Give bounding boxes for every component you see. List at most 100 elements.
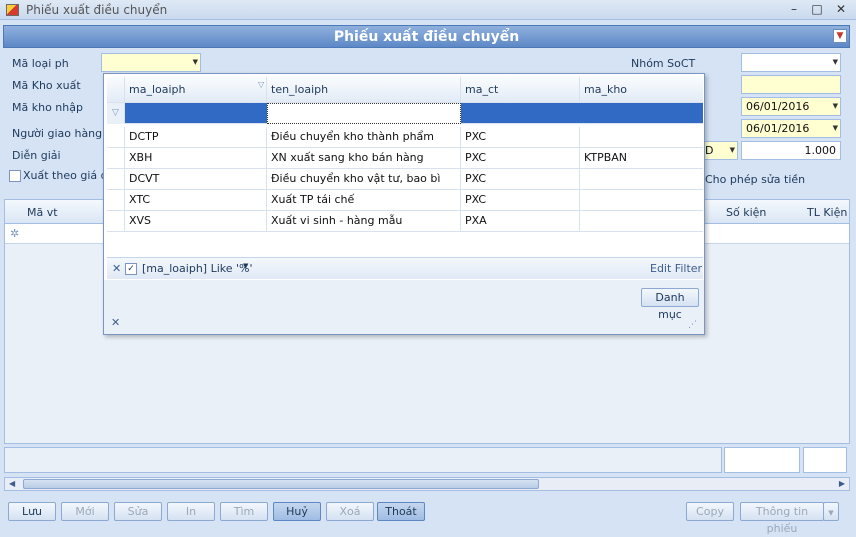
table-row[interactable]: XTC Xuất TP tái chế PXC bbox=[107, 190, 703, 211]
form-header: Phiếu xuất điều chuyển ▼ bbox=[3, 25, 850, 48]
filter-expression[interactable]: [ma_loaiph] Like '%' bbox=[142, 262, 253, 275]
sua-button[interactable]: Sửa bbox=[114, 502, 162, 521]
thong-tin-phieu-dropdown[interactable]: ▼ bbox=[823, 502, 839, 521]
cell-ma-ct: PXC bbox=[461, 190, 580, 211]
huy-button[interactable]: Huỷ bbox=[273, 502, 321, 521]
ngay-ct-input[interactable]: 06/01/2016 ▼ bbox=[741, 97, 841, 116]
cell-ma-kho bbox=[580, 211, 703, 232]
cell-ma-ct: PXC bbox=[461, 148, 580, 169]
dien-giai-label: Diễn giải bbox=[12, 149, 61, 162]
scroll-left-icon[interactable]: ◀ bbox=[9, 478, 15, 490]
cell-ma-ct: PXA bbox=[461, 211, 580, 232]
cell-ma-loaiph: DCTP bbox=[125, 127, 267, 148]
window-titlebar: Phiếu xuất điều chuyển – □ ✕ bbox=[0, 0, 856, 20]
dropdown-arrow-icon: ▼ bbox=[729, 146, 735, 154]
filter-dropdown-icon[interactable]: ▼ bbox=[243, 262, 248, 270]
header-menu-button[interactable]: ▼ bbox=[833, 29, 847, 43]
cell-ma-ct: PXC bbox=[461, 169, 580, 190]
cell-ten-loaiph: Xuất TP tái chế bbox=[267, 190, 461, 211]
thoat-button[interactable]: Thoát bbox=[377, 502, 425, 521]
ma-loai-ph-label: Mã loại ph bbox=[12, 57, 69, 70]
dropdown-arrow-icon: ▼ bbox=[832, 124, 838, 132]
lookup-header: ma_loaiph ▽ ten_loaiph ma_ct ma_kho bbox=[107, 77, 703, 103]
nhom-soct-select[interactable]: ▼ bbox=[741, 53, 841, 72]
scroll-right-icon[interactable]: ▶ bbox=[839, 478, 845, 490]
col-tl-kien[interactable]: TL Kiện bbox=[807, 206, 847, 219]
row-indicator bbox=[107, 148, 125, 169]
luu-button[interactable]: Lưu bbox=[8, 502, 56, 521]
table-row[interactable]: DCVT Điều chuyển kho vật tư, bao bì PXC bbox=[107, 169, 703, 190]
ngay-lct-input[interactable]: 06/01/2016 ▼ bbox=[741, 119, 841, 138]
dropdown-arrow-icon: ▼ bbox=[828, 509, 834, 517]
cell-ten-loaiph: Điều chuyển kho thành phẩm bbox=[267, 127, 461, 148]
cell-ma-kho bbox=[580, 127, 703, 148]
new-row-icon: ✲ bbox=[10, 227, 20, 240]
so-ct-input[interactable] bbox=[741, 75, 841, 94]
in-button[interactable]: In bbox=[167, 502, 215, 521]
lookup-filter-row[interactable]: ▽ bbox=[107, 103, 703, 124]
col-ma-loaiph[interactable]: ma_loaiph bbox=[125, 77, 267, 103]
filter-enable-checkbox[interactable]: ✓ bbox=[125, 263, 137, 275]
exchange-rate-input[interactable]: 1.000 bbox=[741, 141, 841, 160]
table-row[interactable]: XVS Xuất vi sinh - hàng mẫu PXA bbox=[107, 211, 703, 232]
edit-filter-link[interactable]: Edit Filter bbox=[650, 262, 702, 275]
table-row[interactable]: XBH XN xuất sang kho bán hàng PXC KTPBAN bbox=[107, 148, 703, 169]
row-indicator bbox=[107, 211, 125, 232]
col-ten-loaiph[interactable]: ten_loaiph bbox=[267, 77, 461, 103]
grid-footer bbox=[4, 447, 722, 473]
copy-button[interactable]: Copy bbox=[686, 502, 734, 521]
cell-ma-loaiph: XTC bbox=[125, 190, 267, 211]
ngay-ct-value: 06/01/2016 bbox=[746, 100, 810, 113]
cell-ma-loaiph: DCVT bbox=[125, 169, 267, 190]
footer-total-tl-kien bbox=[803, 447, 847, 473]
close-button[interactable]: ✕ bbox=[831, 1, 851, 17]
header-indicator bbox=[107, 77, 125, 103]
form-title: Phiếu xuất điều chuyển bbox=[333, 29, 520, 45]
footer-total-so-kien bbox=[724, 447, 800, 473]
dropdown-arrow-icon: ▼ bbox=[832, 102, 838, 110]
resize-grip-icon[interactable]: ⋰ bbox=[688, 320, 697, 330]
row-indicator bbox=[107, 127, 125, 148]
popup-bottom: Danh mục ✕ ⋰ bbox=[104, 280, 704, 334]
scroll-thumb[interactable] bbox=[23, 479, 539, 489]
table-row[interactable]: DCTP Điều chuyển kho thành phẩm PXC bbox=[107, 127, 703, 148]
xuat-theo-gia-checkbox[interactable] bbox=[9, 170, 21, 182]
horizontal-scrollbar[interactable]: ◀ ▶ bbox=[4, 477, 850, 491]
tim-button[interactable]: Tìm bbox=[220, 502, 268, 521]
row-indicator bbox=[107, 190, 125, 211]
col-ma-vt[interactable]: Mã vt bbox=[27, 206, 58, 219]
xoa-button[interactable]: Xoá bbox=[326, 502, 374, 521]
cell-ma-loaiph: XBH bbox=[125, 148, 267, 169]
cho-phep-sua-tien-label: Cho phép sửa tiền bbox=[705, 173, 806, 186]
nguoi-giao-hang-label: Người giao hàng bbox=[12, 127, 103, 140]
col-so-kien[interactable]: Số kiện bbox=[726, 206, 766, 219]
popup-close-icon[interactable]: ✕ bbox=[111, 316, 120, 329]
nhom-soct-label: Nhóm SoCT bbox=[631, 57, 696, 70]
col-ma-ct[interactable]: ma_ct bbox=[461, 77, 580, 103]
row-indicator bbox=[107, 169, 125, 190]
minimize-button[interactable]: – bbox=[784, 1, 804, 17]
filter-ten-loaiph-input[interactable] bbox=[267, 103, 461, 124]
exchange-rate-value: 1.000 bbox=[804, 144, 837, 157]
cell-ten-loaiph: Điều chuyển kho vật tư, bao bì bbox=[267, 169, 461, 190]
maximize-button[interactable]: □ bbox=[807, 1, 827, 17]
lookup-popup[interactable]: ma_loaiph ▽ ten_loaiph ma_ct ma_kho ▽ DC… bbox=[103, 73, 705, 335]
danh-muc-button[interactable]: Danh mục bbox=[641, 288, 699, 321]
ma-kho-nhap-label: Mã kho nhập bbox=[12, 101, 83, 114]
clear-filter-icon[interactable]: ✕ bbox=[112, 262, 121, 275]
filter-row-icon: ▽ bbox=[107, 103, 125, 124]
window-title: Phiếu xuất điều chuyển bbox=[26, 3, 168, 17]
col-ma-kho[interactable]: ma_kho bbox=[580, 77, 703, 103]
ngay-lct-value: 06/01/2016 bbox=[746, 122, 810, 135]
cell-ma-ct: PXC bbox=[461, 127, 580, 148]
currency-select[interactable]: D ▼ bbox=[700, 141, 738, 160]
cell-ma-kho: KTPBAN bbox=[584, 151, 628, 164]
cell-ma-kho bbox=[580, 169, 703, 190]
thong-tin-phieu-button[interactable]: Thông tin phiếu bbox=[740, 502, 824, 535]
filter-icon[interactable]: ▽ bbox=[258, 80, 264, 89]
triangle-down-icon: ▼ bbox=[836, 31, 844, 41]
dropdown-arrow-icon: ▼ bbox=[832, 58, 838, 66]
ma-loai-ph-input[interactable]: ▼ bbox=[101, 53, 201, 72]
filter-panel: ✕ ✓ [ma_loaiph] Like '%' ▼ Edit Filter bbox=[107, 257, 703, 279]
moi-button[interactable]: Mới bbox=[61, 502, 109, 521]
